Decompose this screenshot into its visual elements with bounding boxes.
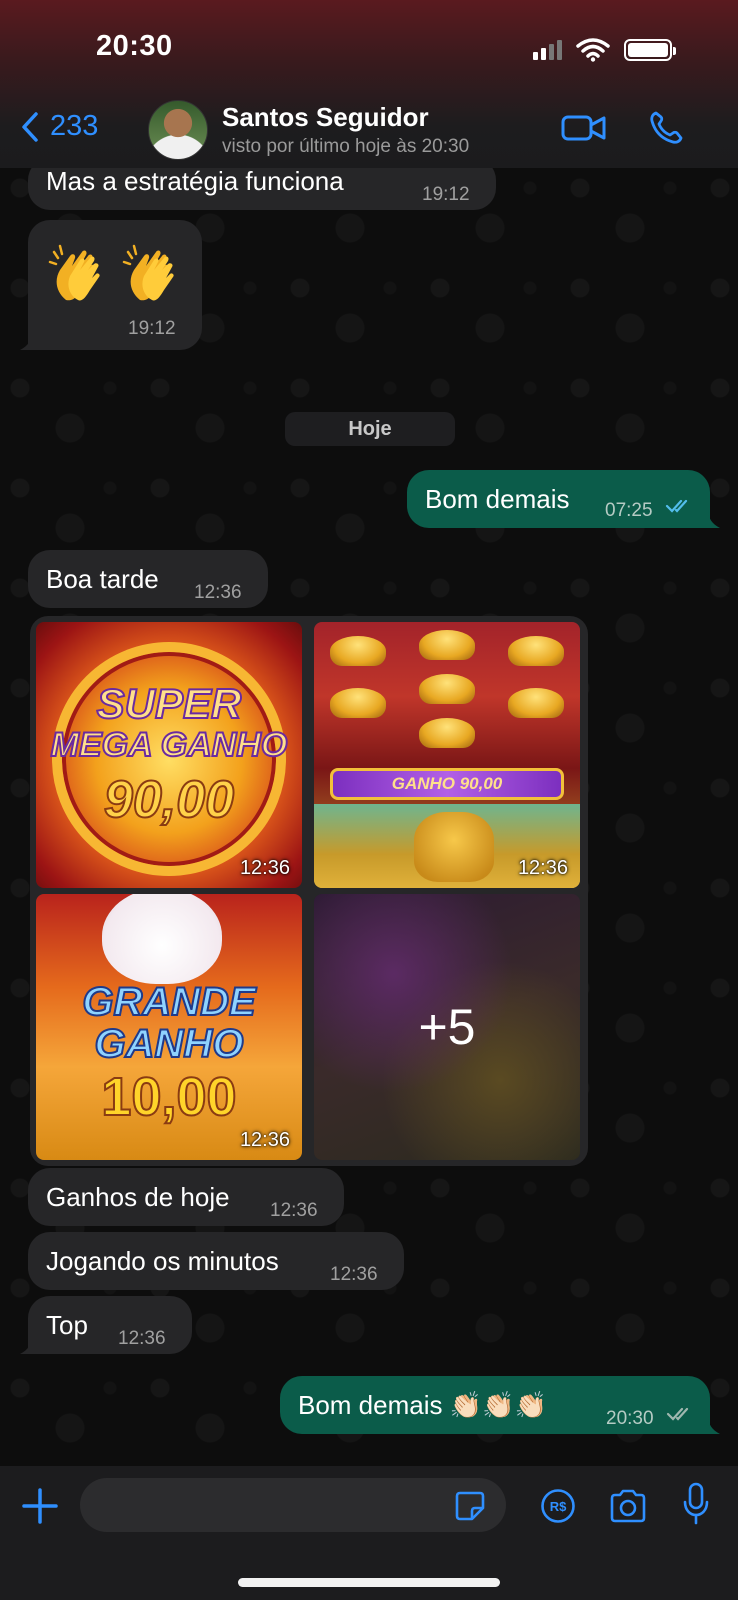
back-button[interactable]: 233 (20, 110, 98, 143)
message-time: 12:36 (118, 1328, 166, 1349)
gold-ingot (419, 674, 475, 704)
message-text: Boa tarde (46, 564, 159, 594)
home-indicator (238, 1578, 500, 1587)
message-input[interactable] (80, 1478, 506, 1532)
message-time: 19:12 (422, 184, 470, 205)
chat-area[interactable]: Mas a estratégia funciona 19:12 19:12 Ho… (0, 168, 738, 1466)
composer-bar: R$ (0, 1466, 738, 1600)
sticker-icon[interactable] (454, 1490, 486, 1522)
message-bubble-incoming[interactable]: 19:12 (28, 220, 202, 350)
message-text: Ganhos de hoje (46, 1182, 230, 1212)
media-time: 12:36 (239, 1129, 290, 1151)
svg-text:R$: R$ (550, 1499, 567, 1514)
double-check-read-icon (665, 499, 688, 513)
media-album[interactable]: SUPER MEGA GANHO 90,00 12:36 GANHO 90,00… (30, 616, 588, 1166)
message-time: 07:25 (605, 500, 653, 521)
cellular-signal-icon (533, 40, 562, 60)
contact-name[interactable]: Santos Seguidor (222, 102, 429, 133)
message-bubble-outgoing[interactable]: Bom demais 07:25 (407, 470, 710, 528)
image-amount: 90,00 (103, 770, 235, 830)
microphone-icon[interactable] (682, 1482, 710, 1526)
image-caption: MEGA GANHO (50, 725, 289, 765)
gold-ingot (419, 630, 475, 660)
ox-character (414, 812, 494, 882)
bubble-tail (20, 332, 38, 350)
bubble-tail (702, 1416, 720, 1434)
message-text: Bom demais 👏🏻👏🏻👏🏻 (298, 1390, 547, 1420)
image-amount: 10,00 (100, 1066, 237, 1128)
gold-ingot (419, 718, 475, 748)
bubble-tail (20, 1336, 38, 1354)
double-check-delivered-icon (666, 1407, 689, 1421)
gold-ingot (330, 636, 386, 666)
message-bubble-incoming[interactable]: Top 12:36 (28, 1296, 192, 1354)
clapping-hands-icon (122, 244, 174, 301)
message-text: Mas a estratégia funciona (46, 168, 344, 196)
bubble-tail (702, 510, 720, 528)
media-time: 12:36 (239, 857, 290, 879)
gold-ingot (330, 688, 386, 718)
media-image-grande-ganho[interactable]: GRANDE GANHO 10,00 12:36 (36, 894, 302, 1160)
media-image-ganho[interactable]: GANHO 90,00 12:36 (314, 622, 580, 888)
battery-icon (624, 39, 676, 61)
message-bubble-incoming[interactable]: Boa tarde 12:36 (28, 550, 268, 608)
media-time: 12:36 (517, 857, 568, 879)
contact-avatar[interactable] (148, 100, 208, 160)
camera-icon[interactable] (608, 1488, 648, 1524)
phone-call-icon[interactable] (648, 110, 684, 146)
unread-count: 233 (50, 110, 99, 142)
message-time: 12:36 (194, 582, 242, 603)
video-call-icon[interactable] (561, 112, 607, 144)
message-time: 20:30 (606, 1408, 654, 1429)
gold-ingot (508, 636, 564, 666)
status-time: 20:30 (96, 30, 173, 62)
chat-header: 20:30 233 Santos Seguidor visto por últi… (0, 0, 738, 168)
message-time: 12:36 (330, 1264, 378, 1285)
status-icons (533, 38, 676, 62)
day-separator: Hoje (285, 412, 455, 446)
message-bubble-incoming[interactable]: Jogando os minutos 12:36 (28, 1232, 404, 1290)
chevron-left-icon (22, 111, 38, 142)
message-text: Jogando os minutos (46, 1246, 279, 1276)
day-separator-label: Hoje (348, 418, 392, 440)
rabbit-character (102, 894, 222, 984)
payment-icon[interactable]: R$ (540, 1488, 576, 1524)
message-time: 12:36 (270, 1200, 318, 1221)
image-caption: SUPER (96, 679, 243, 728)
plus-icon[interactable] (20, 1486, 60, 1526)
gold-ingot (508, 688, 564, 718)
clapping-hands-icon (48, 244, 100, 301)
message-bubble-outgoing[interactable]: Bom demais 👏🏻👏🏻👏🏻 20:30 (280, 1376, 710, 1434)
message-time: 19:12 (128, 318, 176, 339)
media-more-button[interactable]: +5 (314, 894, 580, 1160)
message-bubble-incoming[interactable]: Mas a estratégia funciona 19:12 (28, 168, 496, 210)
image-caption: GRANDE (81, 979, 256, 1025)
win-banner: GANHO 90,00 (330, 768, 564, 800)
emoji-row (48, 242, 184, 304)
message-bubble-incoming[interactable]: Ganhos de hoje 12:36 (28, 1168, 344, 1226)
message-text: Top (46, 1310, 88, 1340)
wifi-icon (576, 38, 610, 62)
message-text: Bom demais (425, 484, 570, 514)
image-caption: GANHO (94, 1021, 245, 1067)
media-image-super-mega-ganho[interactable]: SUPER MEGA GANHO 90,00 12:36 (36, 622, 302, 888)
more-media-count: +5 (418, 999, 476, 1055)
contact-last-seen: visto por último hoje às 20:30 (222, 136, 470, 157)
